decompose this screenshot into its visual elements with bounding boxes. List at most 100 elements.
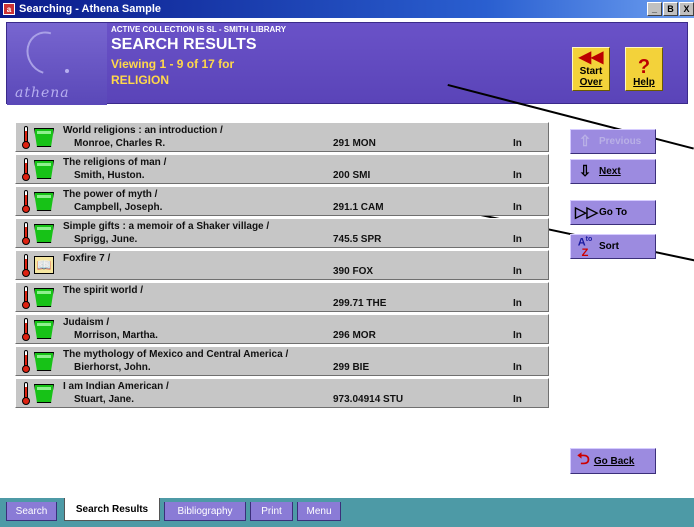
bucket-icon	[34, 320, 54, 339]
previous-button[interactable]: ⇧ Previous	[570, 129, 656, 154]
logo-dot-icon	[65, 69, 69, 73]
bucket-icon	[34, 352, 54, 371]
header-banner: athena ACTIVE COLLECTION IS SL - SMITH L…	[6, 22, 688, 105]
result-call-number: 745.5 SPR	[333, 234, 382, 245]
result-row[interactable]: The spirit world / 299.71 THE In	[15, 282, 549, 312]
result-row[interactable]: The mythology of Mexico and Central Amer…	[15, 346, 549, 376]
rewind-icon: ◀◀	[578, 49, 604, 66]
maximize-button[interactable]: B	[663, 2, 678, 16]
help-button[interactable]: ? Help	[625, 47, 663, 91]
result-title: Judaism /	[63, 317, 110, 328]
result-call-number: 390 FOX	[333, 266, 374, 277]
result-status: In	[513, 330, 522, 341]
result-status: In	[513, 202, 522, 213]
thermometer-icon	[22, 254, 30, 277]
result-title: The mythology of Mexico and Central Amer…	[63, 349, 289, 360]
result-author: Smith, Huston.	[74, 170, 145, 181]
bucket-icon	[34, 128, 54, 147]
window-title: Searching - Athena Sample	[19, 3, 162, 15]
result-row[interactable]: The power of myth / Campbell, Joseph. 29…	[15, 186, 549, 216]
result-author: Bierhorst, John.	[74, 362, 151, 373]
fast-forward-icon: ▷▷	[575, 204, 599, 221]
page-title: SEARCH RESULTS	[111, 36, 257, 53]
go-back-button[interactable]: ⮌ Go Back	[570, 448, 656, 474]
tab-search-results[interactable]: Search Results	[64, 498, 160, 521]
thermometer-icon	[22, 350, 30, 373]
goto-label: Go To	[599, 207, 628, 218]
book-icon: 📖	[34, 256, 54, 274]
active-collection: ACTIVE COLLECTION IS SL - SMITH LIBRARY	[111, 25, 287, 34]
result-author: Campbell, Joseph.	[74, 202, 163, 213]
bucket-icon	[34, 384, 54, 403]
question-icon: ?	[637, 56, 651, 78]
result-row[interactable]: 📖 Foxfire 7 / 390 FOX In	[15, 250, 549, 280]
thermometer-icon	[22, 222, 30, 245]
u-turn-arrow-icon: ⮌	[577, 450, 590, 468]
tab-menu[interactable]: Menu	[297, 502, 341, 521]
bucket-icon	[34, 192, 54, 211]
result-call-number: 296 MOR	[333, 330, 376, 341]
minimize-button[interactable]: _	[647, 2, 662, 16]
thermometer-icon	[22, 126, 30, 149]
result-status: In	[513, 298, 522, 309]
next-button[interactable]: ⇩ Next	[570, 159, 656, 184]
result-title: I am Indian American /	[63, 381, 169, 392]
result-row[interactable]: Simple gifts : a memoir of a Shaker vill…	[15, 218, 549, 248]
results-list: World religions : an introduction / Monr…	[15, 122, 549, 410]
tab-print[interactable]: Print	[250, 502, 293, 521]
result-title: The power of myth /	[63, 189, 158, 200]
logo-swirl-icon	[18, 23, 76, 83]
sort-label: Sort	[599, 241, 619, 252]
bucket-icon	[34, 224, 54, 243]
result-row[interactable]: The religions of man / Smith, Huston. 20…	[15, 154, 549, 184]
logo-text: athena	[15, 85, 70, 101]
close-button[interactable]: X	[679, 2, 694, 16]
window-controls: _ B X	[646, 2, 694, 16]
result-status: In	[513, 234, 522, 245]
start-over-label-2: Over	[579, 77, 603, 88]
thermometer-icon	[22, 382, 30, 405]
main-area: World religions : an introduction / Monr…	[0, 84, 694, 498]
thermometer-icon	[22, 318, 30, 341]
result-call-number: 299.71 THE	[333, 298, 387, 309]
result-call-number: 299 BIE	[333, 362, 370, 373]
bucket-icon	[34, 288, 54, 307]
sort-button[interactable]: Ato Z Sort	[570, 234, 656, 259]
result-status: In	[513, 138, 522, 149]
result-title: The religions of man /	[63, 157, 167, 168]
result-status: In	[513, 170, 522, 181]
thermometer-icon	[22, 190, 30, 213]
thermometer-icon	[22, 286, 30, 309]
goto-button[interactable]: ▷▷ Go To	[570, 200, 656, 225]
result-status: In	[513, 394, 522, 405]
result-author: Morrison, Martha.	[74, 330, 158, 341]
result-author: Monroe, Charles R.	[74, 138, 166, 149]
tab-bar: Search Search Results Bibliography Print…	[0, 498, 694, 527]
sort-icon-z: Z	[581, 246, 589, 259]
help-label: Help	[633, 77, 655, 88]
result-status: In	[513, 362, 522, 373]
result-title: Simple gifts : a memoir of a Shaker vill…	[63, 221, 270, 232]
result-row[interactable]: Judaism / Morrison, Martha. 296 MOR In	[15, 314, 549, 344]
result-author: Stuart, Jane.	[74, 394, 135, 405]
header: athena ACTIVE COLLECTION IS SL - SMITH L…	[0, 18, 694, 108]
athena-logo: athena	[7, 23, 107, 105]
tab-search[interactable]: Search	[6, 502, 57, 521]
result-call-number: 291 MON	[333, 138, 376, 149]
tab-bibliography[interactable]: Bibliography	[164, 502, 246, 521]
start-over-button[interactable]: ◀◀ Start Over	[572, 47, 610, 91]
arrow-down-icon: ⇩	[578, 163, 592, 180]
sort-icon-to: to	[585, 236, 593, 244]
app-icon: a	[3, 3, 15, 15]
start-over-label-1: Start	[579, 66, 603, 77]
previous-label: Previous	[599, 136, 642, 147]
a-to-z-sort-icon: Ato Z	[575, 235, 595, 258]
result-title: Foxfire 7 /	[63, 253, 111, 264]
result-author: Sprigg, June.	[74, 234, 138, 245]
result-row[interactable]: World religions : an introduction / Monr…	[15, 122, 549, 152]
next-label: Next	[599, 166, 621, 177]
window-title-bar[interactable]: a Searching - Athena Sample _ B X	[0, 0, 694, 18]
search-query: RELIGION	[111, 73, 170, 87]
result-status: In	[513, 266, 522, 277]
result-row[interactable]: I am Indian American / Stuart, Jane. 973…	[15, 378, 549, 408]
